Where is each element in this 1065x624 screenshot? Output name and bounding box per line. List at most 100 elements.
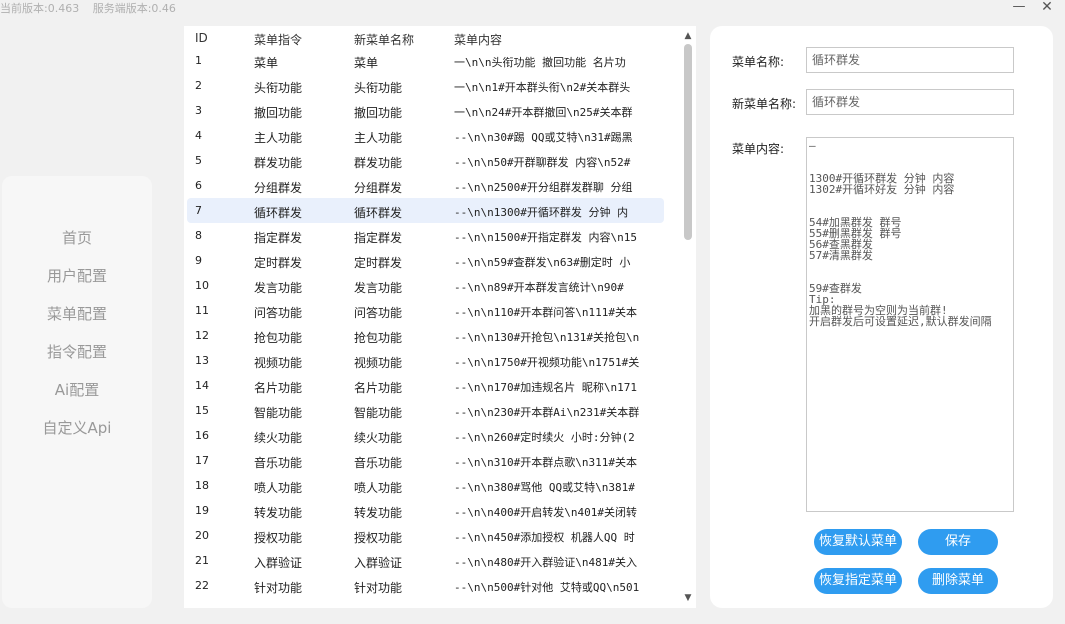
row-id-cell: 19 (195, 504, 209, 517)
table-row[interactable]: 20 授权功能 授权功能 --\n\n450#添加授权 机器人QQ 时 (184, 523, 680, 548)
table-scrollbar[interactable]: ▲ ▼ (680, 26, 696, 608)
table-row[interactable]: 14 名片功能 名片功能 --\n\n170#加违规名片 昵称\n171 (184, 373, 680, 398)
row-command-cell: 智能功能 (254, 406, 303, 420)
table-row[interactable]: 3 撤回功能 撤回功能 一\n\n24#开本群撤回\n25#关本群 (184, 98, 680, 123)
table-row[interactable]: 9 定时群发 定时群发 --\n\n59#查群发\n63#删定时 小 (184, 248, 680, 273)
row-name-cell: 分组群发 (354, 181, 403, 195)
row-name-cell: 抢包功能 (354, 331, 403, 345)
table-row[interactable]: 22 针对功能 针对功能 --\n\n500#针对他 艾特或QQ\n501 (184, 573, 680, 598)
column-header-content: 菜单内容 (454, 33, 503, 47)
menu-content-textarea[interactable]: —1300#开循环群发 分钟 内容 1302#开循环好友 分钟 内容 54#加黑群发… (806, 137, 1014, 512)
row-id-cell: 22 (195, 579, 209, 592)
scroll-thumb[interactable] (684, 44, 692, 240)
row-command-cell: 撤回功能 (254, 106, 303, 120)
table-row[interactable]: 16 续火功能 续火功能 --\n\n260#定时续火 小时:分钟(2 (184, 423, 680, 448)
content-line: 1302#开循环好友 分钟 内容 (809, 183, 955, 196)
scroll-down-icon[interactable]: ▼ (682, 592, 694, 604)
sidebar-item-ai-config[interactable]: Ai配置 (2, 379, 152, 400)
new-name-field[interactable]: 循环群发 (806, 89, 1014, 115)
sidebar-item-custom-api[interactable]: 自定义Api (2, 417, 152, 438)
table-row[interactable]: 18 喷人功能 喷人功能 --\n\n380#骂他 QQ或艾特\n381# (184, 473, 680, 498)
sidebar-item-home[interactable]: 首页 (2, 227, 152, 248)
menu-content-label: 菜单内容: (732, 142, 785, 156)
content-line: 57#清黑群发 (809, 249, 873, 262)
row-command-cell: 问答功能 (254, 306, 303, 320)
row-name-cell: 循环群发 (354, 206, 403, 220)
row-content-cell: --\n\n500#针对他 艾特或QQ\n501 (454, 581, 640, 594)
row-command-cell: 分组群发 (254, 181, 303, 195)
table-row[interactable]: 13 视频功能 视频功能 --\n\n1750#开视频功能\n1751#关 (184, 348, 680, 373)
row-content-cell: --\n\n380#骂他 QQ或艾特\n381# (454, 481, 635, 494)
menu-name-field[interactable]: 循环群发 (806, 47, 1014, 73)
table-row[interactable]: 4 主人功能 主人功能 --\n\n30#踢 QQ或艾特\n31#踢黑 (184, 123, 680, 148)
scroll-up-icon[interactable]: ▲ (682, 30, 694, 42)
content-line: — (809, 139, 816, 152)
row-id-cell: 1 (195, 54, 202, 67)
row-name-cell: 授权功能 (354, 531, 403, 545)
content-line (809, 261, 1011, 272)
table-row[interactable]: 2 头衔功能 头衔功能 一\n\n1#开本群头衔\n2#关本群头 (184, 73, 680, 98)
table-row[interactable]: 1 菜单 菜单 一\n\n头衔功能 撤回功能 名片功 (184, 48, 680, 73)
row-name-cell: 主人功能 (354, 131, 403, 145)
row-content-cell: --\n\n30#踢 QQ或艾特\n31#踢黑 (454, 131, 633, 144)
table-row[interactable]: 17 音乐功能 音乐功能 --\n\n310#开本群点歌\n311#关本 (184, 448, 680, 473)
table-row[interactable]: 8 指定群发 指定群发 --\n\n1500#开指定群发 内容\n15 (184, 223, 680, 248)
row-content-cell: --\n\n110#开本群问答\n111#关本 (454, 306, 637, 319)
table-row[interactable]: 21 入群验证 入群验证 --\n\n480#开入群验证\n481#关入 (184, 548, 680, 573)
row-id-cell: 9 (195, 254, 202, 267)
row-command-cell: 群发功能 (254, 156, 303, 170)
close-icon[interactable]: ✕ (1035, 0, 1059, 16)
table-row[interactable]: 5 群发功能 群发功能 --\n\n50#开群聊群发 内容\n52# (184, 148, 680, 173)
content-line (809, 151, 1011, 162)
sidebar-item-menu-config[interactable]: 菜单配置 (2, 303, 152, 324)
column-header-new-name: 新菜单名称 (354, 33, 415, 47)
table-row[interactable]: 11 问答功能 问答功能 --\n\n110#开本群问答\n111#关本 (184, 298, 680, 323)
row-id-cell: 14 (195, 379, 209, 392)
row-command-cell: 喷人功能 (254, 481, 303, 495)
row-name-cell: 定时群发 (354, 256, 403, 270)
row-id-cell: 13 (195, 354, 209, 367)
sidebar-item-command-config[interactable]: 指令配置 (2, 341, 152, 362)
delete-button[interactable]: 删除菜单 (918, 568, 998, 594)
table-row[interactable]: 12 抢包功能 抢包功能 --\n\n130#开抢包\n131#关抢包\n (184, 323, 680, 348)
row-command-cell: 发言功能 (254, 281, 303, 295)
row-content-cell: --\n\n59#查群发\n63#删定时 小 (454, 256, 631, 269)
row-command-cell: 头衔功能 (254, 81, 303, 95)
row-name-cell: 问答功能 (354, 306, 403, 320)
menu-table: ID 菜单指令 新菜单名称 菜单内容 1 菜单 菜单 一\n\n头衔功能 撤回功能 名… (184, 26, 696, 608)
row-content-cell: --\n\n170#加违规名片 昵称\n171 (454, 381, 637, 394)
table-row[interactable]: 19 转发功能 转发功能 --\n\n400#开启转发\n401#关闭转 (184, 498, 680, 523)
row-id-cell: 17 (195, 454, 209, 467)
row-id-cell: 12 (195, 329, 209, 342)
menu-name-label: 菜单名称: (732, 55, 785, 69)
row-command-cell: 授权功能 (254, 531, 303, 545)
row-command-cell: 转发功能 (254, 506, 303, 520)
table-row[interactable]: 15 智能功能 智能功能 --\n\n230#开本群Ai\n231#关本群 (184, 398, 680, 423)
sidebar-item-user-config[interactable]: 用户配置 (2, 265, 152, 286)
row-name-cell: 名片功能 (354, 381, 403, 395)
table-row[interactable]: 10 发言功能 发言功能 --\n\n89#开本群发言统计\n90# (184, 273, 680, 298)
table-body: 1 菜单 菜单 一\n\n头衔功能 撤回功能 名片功 2 头衔功能 头衔功能 一\n\n1#开… (184, 48, 680, 598)
row-id-cell: 2 (195, 79, 202, 92)
row-id-cell: 8 (195, 229, 202, 242)
save-button[interactable]: 保存 (918, 529, 998, 555)
restore-specified-button[interactable]: 恢复指定菜单 (814, 568, 902, 594)
row-name-cell: 群发功能 (354, 156, 403, 170)
row-command-cell: 入群验证 (254, 556, 303, 570)
row-id-cell: 16 (195, 429, 209, 442)
restore-default-button[interactable]: 恢复默认菜单 (814, 529, 902, 555)
row-id-cell: 10 (195, 279, 209, 292)
row-content-cell: --\n\n130#开抢包\n131#关抢包\n (454, 331, 640, 344)
row-id-cell: 3 (195, 104, 202, 117)
row-command-cell: 针对功能 (254, 581, 303, 595)
minimize-icon[interactable]: — (1007, 0, 1031, 16)
row-command-cell: 主人功能 (254, 131, 303, 145)
table-row[interactable]: 7 循环群发 循环群发 --\n\n1300#开循环群发 分钟 内 (184, 198, 680, 223)
row-name-cell: 音乐功能 (354, 456, 403, 470)
table-row[interactable]: 6 分组群发 分组群发 --\n\n2500#开分组群发群聊 分组 (184, 173, 680, 198)
row-content-cell: 一\n\n1#开本群头衔\n2#关本群头 (454, 81, 631, 94)
row-name-cell: 智能功能 (354, 406, 403, 420)
row-command-cell: 菜单 (254, 56, 279, 70)
row-id-cell: 7 (195, 204, 202, 217)
content-line: 59#查群发 (809, 282, 862, 295)
